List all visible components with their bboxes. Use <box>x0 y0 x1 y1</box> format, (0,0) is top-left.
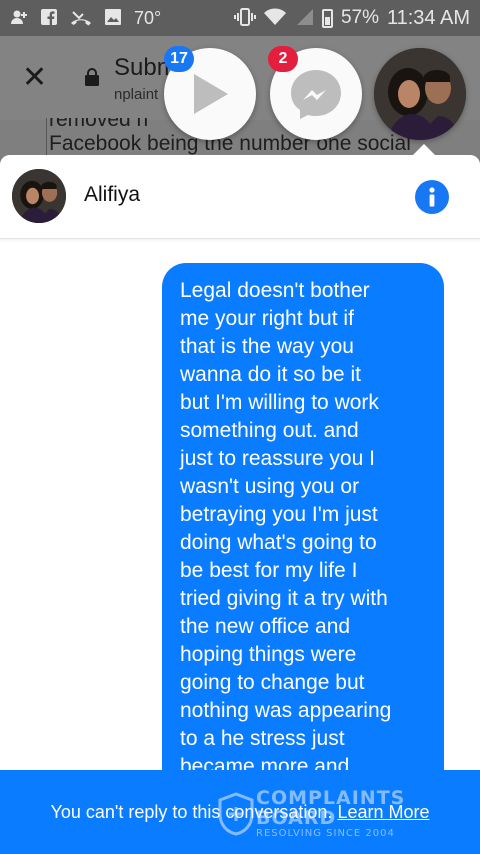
conversation-header: Alifiya <box>0 155 480 239</box>
message-line: became more and <box>180 755 350 770</box>
message-line: something out. and <box>180 419 359 442</box>
messenger-chat-head[interactable]: 2 <box>268 46 362 140</box>
messenger-head-badge: 2 <box>268 46 298 72</box>
contact-name[interactable]: Alifiya <box>84 183 140 207</box>
video-head-badge: 17 <box>164 46 194 72</box>
vibrate-icon <box>233 7 256 29</box>
conversation-panel: Alifiya Legal doesn't bother me your rig… <box>0 155 480 854</box>
info-button[interactable] <box>415 180 449 214</box>
avatar[interactable] <box>12 169 66 223</box>
battery-icon <box>321 8 333 28</box>
avatar-photo <box>12 169 66 223</box>
message-line: wasn't using you or <box>180 475 360 498</box>
facebook-icon <box>40 8 58 29</box>
message-line: nothing was appearing <box>180 699 392 722</box>
message-line: but I'm willing to work <box>180 391 379 414</box>
learn-more-link[interactable]: Learn More <box>337 802 429 822</box>
browser-url: nplaint <box>114 86 159 103</box>
message-line: be best for my life I <box>180 559 358 582</box>
battery-percent: 57% <box>340 7 379 28</box>
status-bar: 70° 57% 11:34 AM <box>0 0 480 36</box>
video-chat-head[interactable]: 17 <box>164 46 256 140</box>
message-line: to a he stress just <box>180 727 345 750</box>
missed-call-icon <box>70 8 92 29</box>
cannot-reply-text: You can't reply to this conversation. <box>50 802 333 822</box>
cannot-reply-message: You can't reply to this conversation. Le… <box>10 801 469 823</box>
message-line: going to change but <box>180 671 365 694</box>
lock-icon <box>84 68 100 86</box>
status-right: 57% 11:34 AM <box>233 6 470 30</box>
message-line: Legal doesn't bother <box>180 279 370 302</box>
message-line: that is the way you <box>180 335 354 358</box>
message-line: me your right but if <box>180 307 354 330</box>
signal-icon <box>294 8 314 29</box>
message-line: just to reassure you I <box>180 447 375 470</box>
message-line: betraying you I'm just <box>180 503 378 526</box>
cannot-reply-banner: You can't reply to this conversation. Le… <box>0 770 480 854</box>
message-line: wanna do it so be it <box>180 363 361 386</box>
message-line: hoping things were <box>180 643 357 666</box>
clock-time: 11:34 AM <box>386 6 470 29</box>
close-icon[interactable]: ✕ <box>22 63 47 93</box>
message-bubble[interactable]: Legal doesn't bother me your right but i… <box>162 263 444 770</box>
info-icon <box>429 187 435 207</box>
status-left: 70° <box>10 8 161 29</box>
temperature-text: 70° <box>134 7 162 28</box>
message-line: doing what's going to <box>180 531 377 554</box>
message-line: the new office and <box>180 615 351 638</box>
person-icon <box>10 8 28 29</box>
gallery-icon <box>104 8 122 29</box>
message-line: tried giving it a try with <box>180 587 388 610</box>
avatar-photo <box>374 48 466 140</box>
wifi-icon <box>263 8 286 29</box>
user-chat-head[interactable] <box>374 48 466 140</box>
message-list[interactable]: Legal doesn't bother me your right but i… <box>0 239 480 770</box>
